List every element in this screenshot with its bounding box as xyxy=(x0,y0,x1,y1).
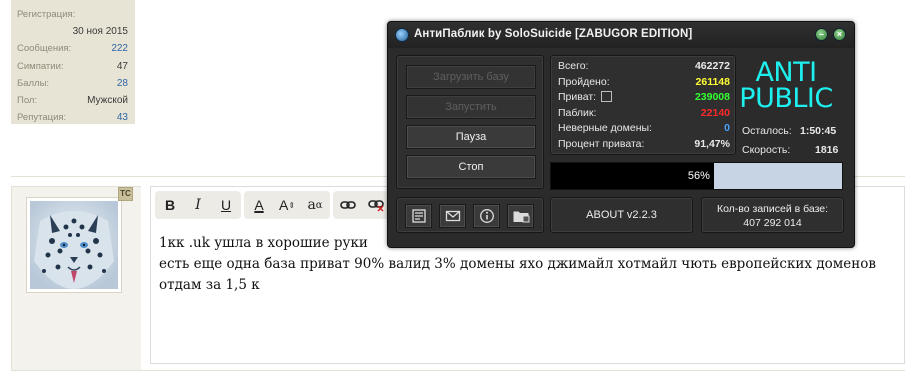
bad-domains-label: Неверные домены: xyxy=(558,122,652,134)
bad-domains-value: 0 xyxy=(724,122,730,134)
controls-panel: Загрузить базу Запустить Пауза Стоп xyxy=(396,55,544,189)
close-button[interactable]: × xyxy=(833,28,846,41)
gender-label: Пол: xyxy=(17,94,38,106)
post-line-3: отдам за 1,5 к xyxy=(159,277,260,293)
antipublic-logo: ANTI PUBLIC xyxy=(738,59,834,114)
info-button[interactable] xyxy=(473,204,500,228)
stat-private: Приват: 239008 xyxy=(558,91,730,107)
stat-public: Паблик: 22140 xyxy=(558,107,730,123)
font-size-arrows-icon: ⇕ xyxy=(288,200,296,210)
logo-line-2: PUBLIC xyxy=(739,83,833,114)
speed-value: 1816 xyxy=(815,144,839,156)
profile-row-messages: Сообщения: 222 xyxy=(17,41,129,58)
link-icon xyxy=(340,201,356,209)
gender-value: Мужской xyxy=(87,94,128,106)
stop-button[interactable]: Стоп xyxy=(406,155,536,179)
profile-row-points: Баллы: 28 xyxy=(17,76,129,93)
speed-label: Скорость: xyxy=(742,144,791,156)
avatar-image xyxy=(30,201,118,289)
passed-label: Пройдено: xyxy=(558,75,610,88)
profile-row-reputation: Репутация: 43 xyxy=(17,110,129,127)
post-line-2: есть еще одна база приват 90% валид 3% д… xyxy=(159,256,876,272)
topic-starter-badge: ТС xyxy=(118,187,133,201)
total-label: Всего: xyxy=(558,60,589,72)
profile-row-gender: Пол: Мужской xyxy=(17,93,129,110)
font-family-alpha-icon: α xyxy=(315,199,323,211)
font-family-icon: a xyxy=(307,197,316,213)
messages-count-link[interactable]: 222 xyxy=(111,43,128,54)
font-size-button[interactable]: A ⇕ xyxy=(274,193,300,217)
private-value: 239008 xyxy=(694,91,730,103)
font-color-icon: A xyxy=(254,197,264,213)
reputation-label: Репутация: xyxy=(17,112,67,124)
start-button[interactable]: Запустить xyxy=(406,95,536,119)
mail-button[interactable] xyxy=(439,204,466,228)
public-label: Паблик: xyxy=(558,106,597,119)
stats-panel: Всего: 462272 Пройдено: 261148 Приват: 2… xyxy=(550,55,736,155)
progress-bar: 56% xyxy=(550,162,843,190)
public-value: 22140 xyxy=(700,106,730,119)
folder-button[interactable] xyxy=(507,204,534,228)
font-size-icon: A xyxy=(278,197,289,213)
minimize-button[interactable]: – xyxy=(815,28,828,41)
passed-value: 261148 xyxy=(695,75,730,88)
likes-count: 47 xyxy=(116,60,128,72)
post-author-panel: ТС xyxy=(11,186,141,371)
font-group: A A ⇕ aα xyxy=(244,191,330,219)
italic-button[interactable]: I xyxy=(185,193,211,217)
stat-total: Всего: 462272 xyxy=(558,60,730,76)
db-count-panel: Кол-во записей в базе: 407 292 014 xyxy=(701,197,844,233)
private-checkbox[interactable] xyxy=(601,91,613,102)
profile-row-registration: Регистрация: xyxy=(17,7,129,24)
private-percent-value: 91,47% xyxy=(694,137,730,150)
editor-toolbar: B I U A A ⇕ aα xyxy=(155,191,391,219)
registration-date: 30 ноя 2015 xyxy=(72,26,128,38)
folder-icon xyxy=(513,211,529,223)
about-button[interactable]: ABOUT v2.2.3 xyxy=(550,197,693,233)
link-button[interactable] xyxy=(335,193,361,217)
info-icon xyxy=(479,209,494,223)
likes-label: Симпатии: xyxy=(17,60,64,72)
stat-bad-domains: Неверные домены: 0 xyxy=(558,122,730,138)
db-count-label: Кол-во записей в базе: xyxy=(716,203,829,215)
profile-row-likes: Симпатии: 47 xyxy=(17,59,129,76)
font-color-button[interactable]: A xyxy=(246,193,272,217)
load-base-button[interactable]: Загрузить базу xyxy=(406,65,536,89)
unlink-button[interactable] xyxy=(363,193,389,217)
points-label: Баллы: xyxy=(17,77,50,89)
registration-label: Регистрация: xyxy=(17,9,76,20)
font-family-button[interactable]: aα xyxy=(302,193,328,217)
reputation-count-link[interactable]: 43 xyxy=(117,112,128,123)
underline-button[interactable]: U xyxy=(213,193,239,217)
stat-private-percent: Процент привата: 91,47% xyxy=(558,138,730,154)
private-percent-label: Процент привата: xyxy=(558,137,645,150)
notes-button[interactable] xyxy=(405,204,432,228)
mail-icon xyxy=(445,210,460,222)
total-value: 462272 xyxy=(694,60,730,72)
progress-text: 56% xyxy=(687,170,710,182)
antipublic-window: АнтиПаблик by SoloSuicide [ZABUGOR EDITI… xyxy=(387,21,855,248)
about-label: ABOUT v2.2.3 xyxy=(586,209,657,221)
profile-panel: Регистрация: 30 ноя 2015 Сообщения: 222 … xyxy=(11,0,135,124)
text-style-group: B I U xyxy=(155,191,241,219)
db-count-value: 407 292 014 xyxy=(743,217,802,229)
bold-button[interactable]: B xyxy=(157,193,183,217)
app-icon xyxy=(395,28,409,42)
window-titlebar[interactable]: АнтиПаблик by SoloSuicide [ZABUGOR EDITI… xyxy=(388,22,854,48)
messages-label: Сообщения: xyxy=(17,43,72,55)
notes-icon xyxy=(411,209,426,223)
unlink-icon xyxy=(368,200,384,212)
pause-button[interactable]: Пауза xyxy=(406,125,536,149)
avatar[interactable] xyxy=(26,197,122,293)
remaining-label: Осталось: xyxy=(742,125,792,137)
link-group xyxy=(333,191,391,219)
stat-passed: Пройдено: 261148 xyxy=(558,76,730,92)
profile-row-registration-date: 30 ноя 2015 xyxy=(17,24,129,41)
remaining-value: 1:50:45 xyxy=(800,125,837,137)
window-title: АнтиПаблик by SoloSuicide [ZABUGOR EDITI… xyxy=(414,28,693,40)
private-label: Приват: xyxy=(558,91,597,103)
points-count-link[interactable]: 28 xyxy=(117,78,128,89)
